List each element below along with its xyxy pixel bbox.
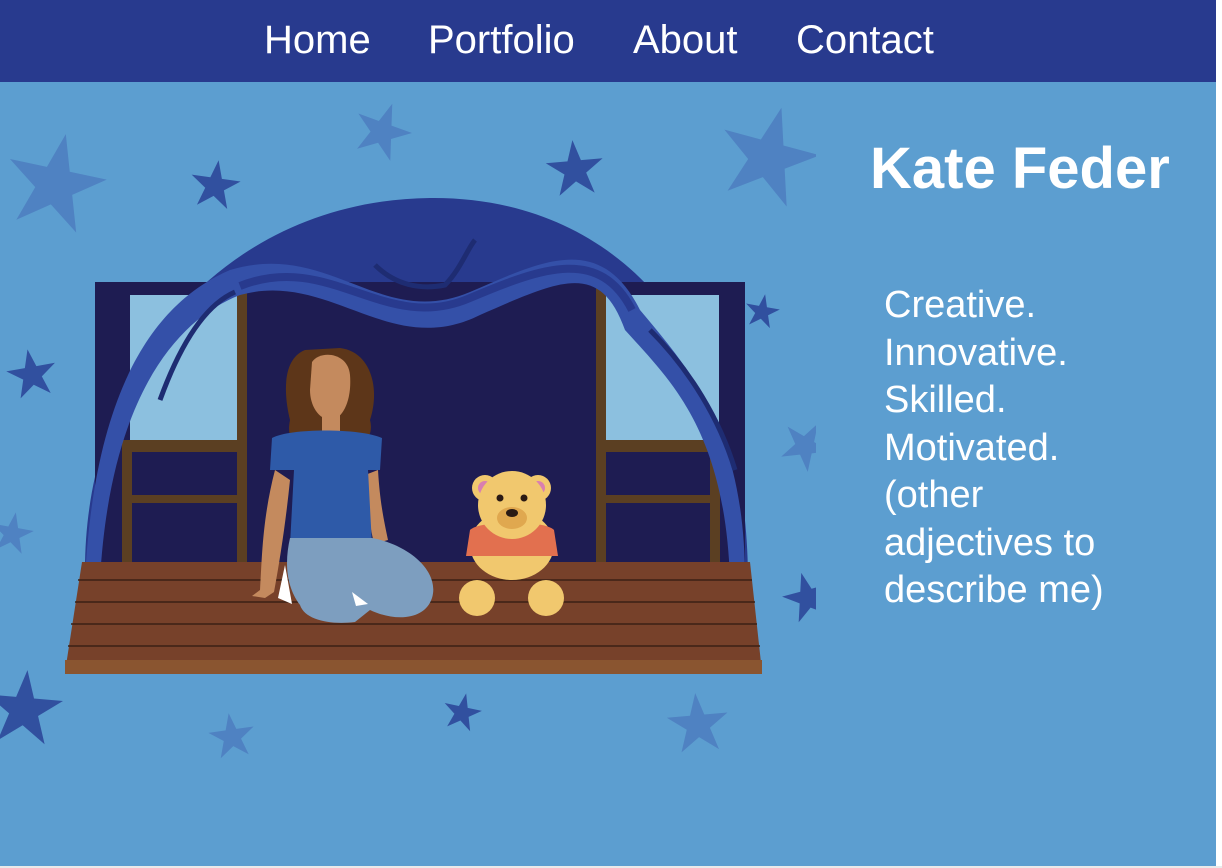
star-icon <box>543 137 606 197</box>
tagline-line: Creative. <box>884 284 1037 326</box>
nav-contact-link[interactable]: Contact <box>796 16 934 64</box>
top-nav: Home Portfolio About Contact <box>0 0 1216 82</box>
tagline: Creative. Innovative. Skilled. Motivated… <box>884 282 1144 615</box>
star-icon <box>346 94 420 165</box>
star-icon <box>777 566 816 625</box>
star-icon <box>440 689 485 733</box>
nav-portfolio-link[interactable]: Portfolio <box>428 16 575 64</box>
tagline-line: describe me) <box>884 569 1104 611</box>
tagline-line: (other <box>884 474 984 516</box>
nav-home-link[interactable]: Home <box>264 16 371 64</box>
tagline-line: Innovative. <box>884 331 1068 374</box>
star-icon <box>206 710 258 760</box>
tagline-line: Skilled. <box>884 379 1007 421</box>
blanket-fort <box>85 197 748 580</box>
star-icon <box>742 291 782 330</box>
star-icon <box>0 123 115 237</box>
star-icon <box>0 666 66 746</box>
star-icon <box>773 411 816 477</box>
star-icon <box>0 508 37 556</box>
tagline-line: adjectives to <box>884 521 1096 564</box>
tagline-line: Motivated. <box>884 426 1060 469</box>
page-title: Kate Feder <box>870 136 1170 201</box>
star-icon <box>187 156 244 211</box>
star-icon <box>664 690 731 754</box>
window-edge <box>1216 0 1222 868</box>
nav-about-link[interactable]: About <box>633 16 738 64</box>
hero-illustration <box>0 94 816 760</box>
star-icon <box>3 345 61 401</box>
star-icon <box>709 94 816 212</box>
